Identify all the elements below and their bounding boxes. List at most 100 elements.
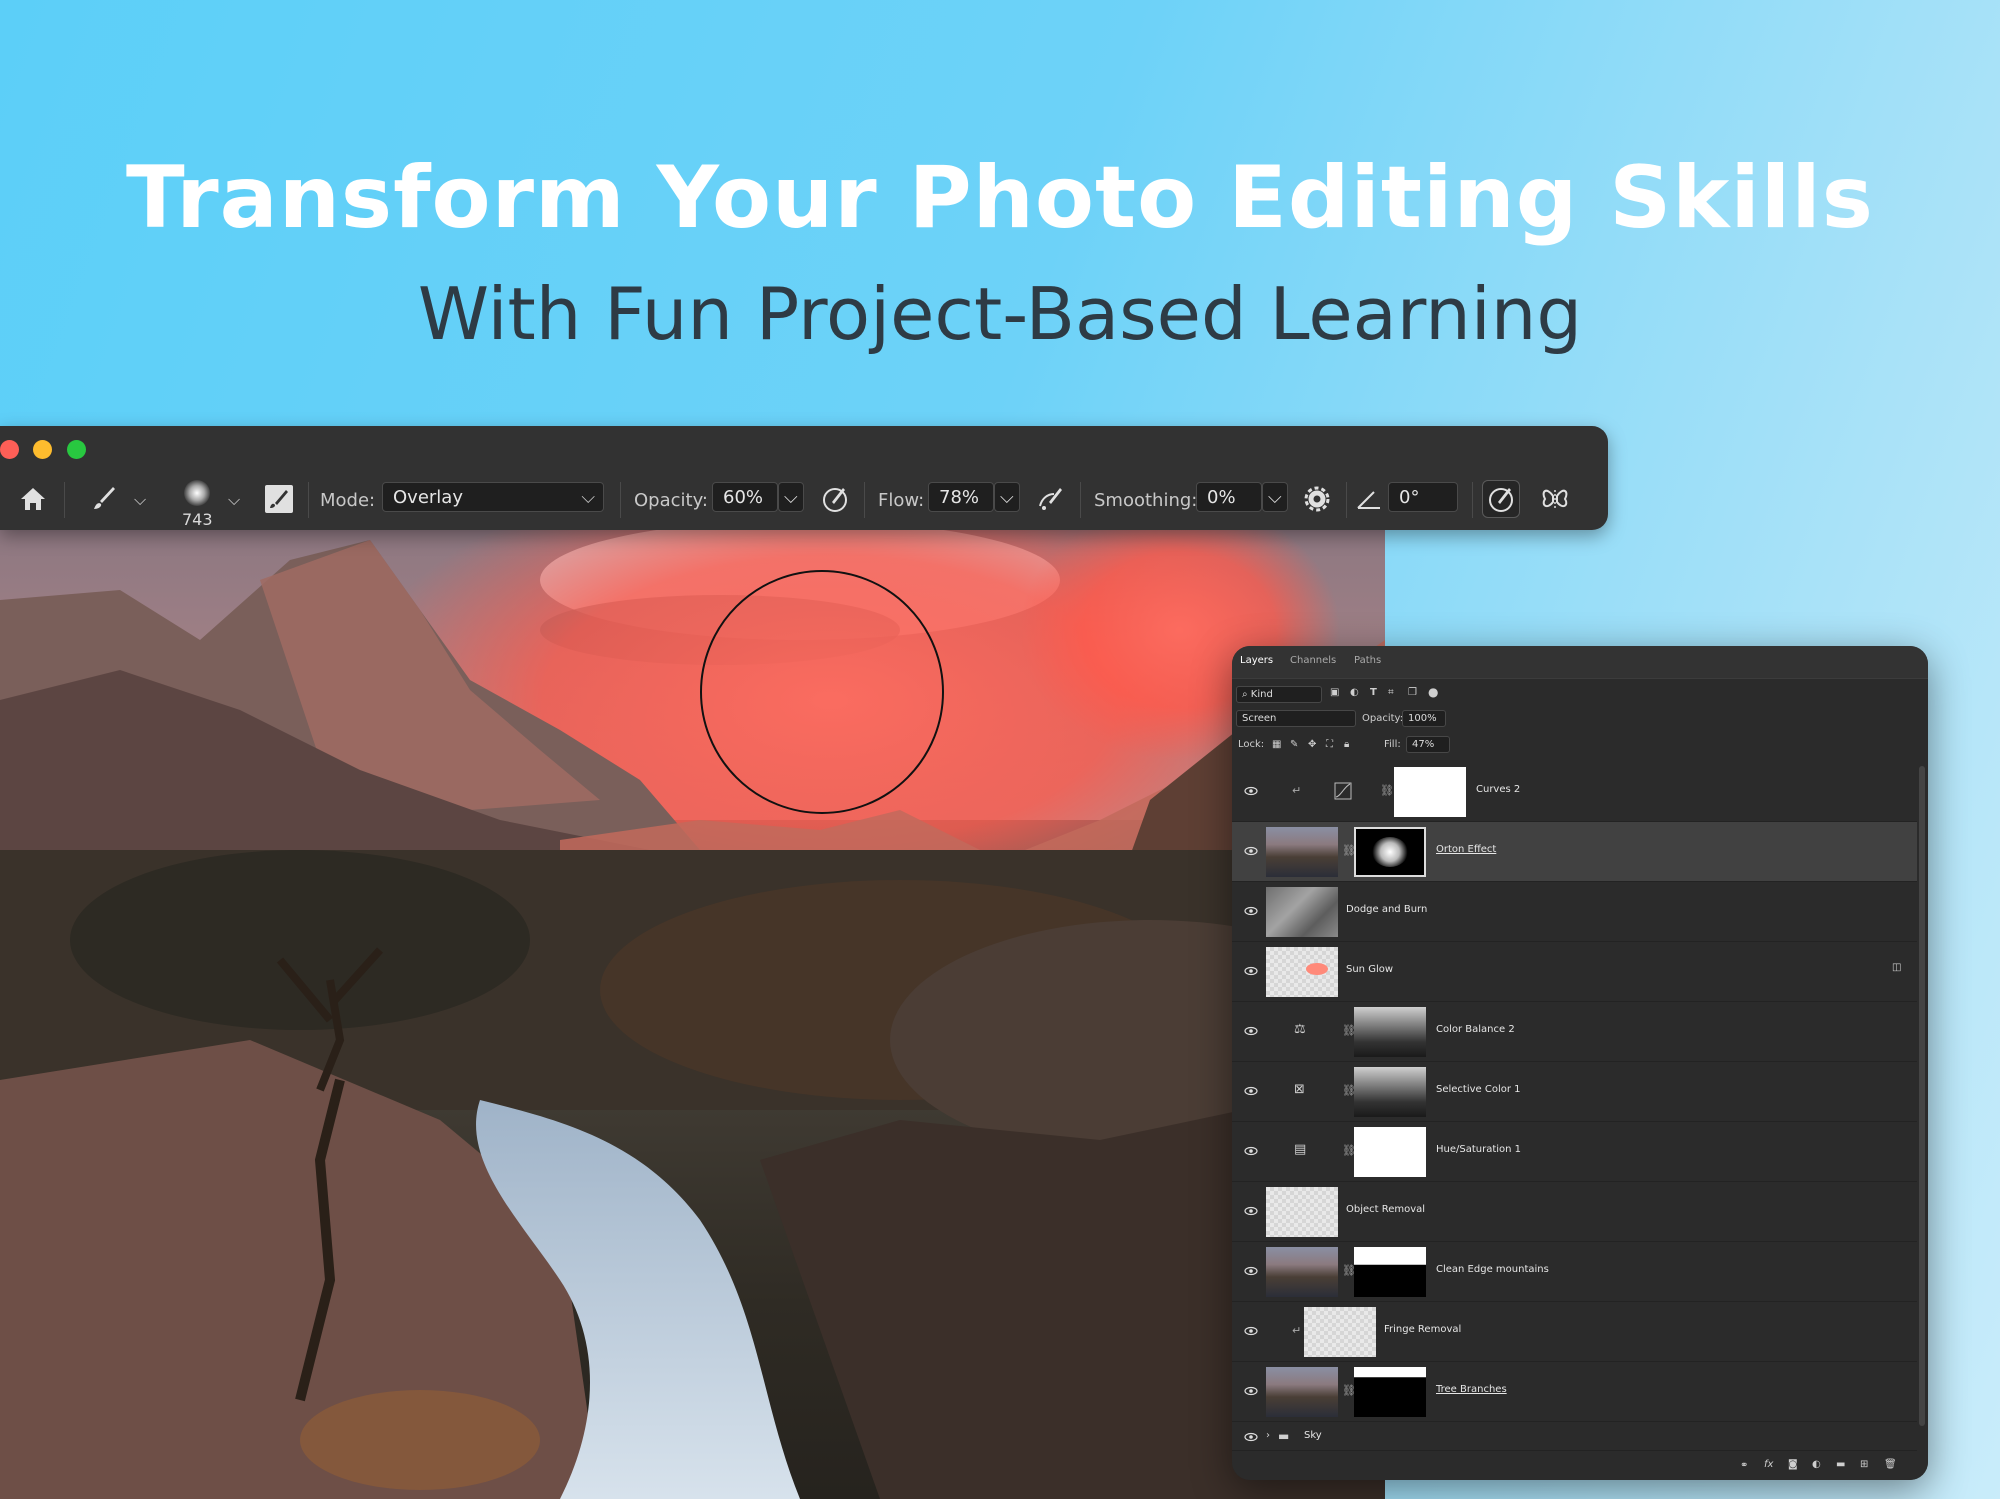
visibility-eye-icon[interactable] <box>1244 1024 1258 1038</box>
layer-name: Orton Effect <box>1436 844 1497 855</box>
filter-type-icon[interactable]: T <box>1370 687 1377 698</box>
layer-row[interactable]: ↵ ⛓ Curves 2 <box>1232 762 1917 822</box>
layer-mask-thumbnail <box>1354 827 1426 877</box>
pressure-size-icon[interactable] <box>1482 480 1520 518</box>
photo-canvas[interactable] <box>0 520 1385 1499</box>
clip-arrow-icon: ↵ <box>1292 1324 1302 1337</box>
filter-toggle-icon[interactable]: ● <box>1428 685 1438 699</box>
lock-label: Lock: <box>1238 739 1265 750</box>
link-icon: ⛓ <box>1380 784 1394 797</box>
gear-icon[interactable] <box>1300 482 1334 516</box>
visibility-eye-icon[interactable] <box>1244 964 1258 978</box>
new-layer-icon[interactable]: ⊞ <box>1860 1459 1868 1470</box>
opacity-chevron-icon[interactable]: ⌵ <box>778 482 804 512</box>
layer-name: Tree Branches <box>1436 1384 1507 1395</box>
visibility-eye-icon[interactable] <box>1244 1204 1258 1218</box>
opacity-field[interactable]: 60% <box>712 482 778 512</box>
filter-kind-select[interactable]: ⌕ Kind <box>1236 686 1322 703</box>
layers-scrollbar[interactable] <box>1918 762 1926 1448</box>
layer-mask-thumbnail <box>1354 1067 1426 1117</box>
layer-row[interactable]: Object Removal <box>1232 1182 1917 1242</box>
visibility-eye-icon[interactable] <box>1244 1084 1258 1098</box>
panel-footer: ⚭ fx ◙ ◐ ▬ ⊞ 🗑︎ <box>1232 1452 1928 1480</box>
opacity-label: Opacity: <box>634 490 708 511</box>
visibility-eye-icon[interactable] <box>1244 1324 1258 1338</box>
flow-field[interactable]: 78% <box>928 482 994 512</box>
lock-all-icon[interactable]: 🔒︎ <box>1344 739 1349 750</box>
layer-row[interactable]: ⛓ Clean Edge mountains <box>1232 1242 1917 1302</box>
filter-smartobject-icon[interactable]: ❐ <box>1408 687 1417 698</box>
close-window-button[interactable] <box>0 440 19 459</box>
layer-thumbnail <box>1266 1247 1338 1297</box>
layer-name: Hue/Saturation 1 <box>1436 1144 1522 1155</box>
new-group-icon[interactable]: ▬ <box>1836 1459 1845 1470</box>
flow-chevron-icon[interactable]: ⌵ <box>994 482 1020 512</box>
fill-field[interactable]: 47% <box>1406 736 1450 753</box>
lock-transparent-icon[interactable]: ▦ <box>1272 739 1281 750</box>
layer-mask-thumbnail <box>1354 1127 1426 1177</box>
layers-panel: Layers Channels Paths ⌕ Kind ▣ ◐ T ⌗ ❐ ●… <box>1232 646 1928 1480</box>
lock-artboard-icon[interactable]: ⛶ <box>1326 739 1333 750</box>
smoothing-chevron-icon[interactable]: ⌵ <box>1262 482 1288 512</box>
brush-settings-panel-icon[interactable] <box>262 482 296 516</box>
layer-row[interactable]: Dodge and Burn <box>1232 882 1917 942</box>
visibility-eye-icon[interactable] <box>1244 1144 1258 1158</box>
expand-arrow-icon[interactable]: › <box>1266 1430 1270 1441</box>
filter-shape-icon[interactable]: ⌗ <box>1388 687 1394 698</box>
brush-tip-icon[interactable] <box>184 480 210 506</box>
visibility-eye-icon[interactable] <box>1244 1384 1258 1398</box>
layer-thumbnail <box>1266 947 1338 997</box>
visibility-eye-icon[interactable] <box>1244 784 1258 798</box>
fx-button[interactable]: fx <box>1764 1459 1773 1470</box>
pressure-opacity-icon[interactable] <box>818 482 852 516</box>
visibility-eye-icon[interactable] <box>1244 844 1258 858</box>
filter-adjustment-icon[interactable]: ◐ <box>1350 687 1359 698</box>
color-balance-adjustment-icon: ⚖ <box>1294 1022 1306 1037</box>
layer-row[interactable]: ▤ ⛓ Hue/Saturation 1 <box>1232 1122 1917 1182</box>
visibility-eye-icon[interactable] <box>1244 1264 1258 1278</box>
symmetry-butterfly-icon[interactable] <box>1538 482 1572 516</box>
minimize-window-button[interactable] <box>33 440 52 459</box>
clip-arrow-icon: ↵ <box>1292 784 1302 797</box>
layer-group-row[interactable]: › ▬ Sky <box>1232 1422 1917 1451</box>
layer-row[interactable]: ⚖ ⛓ Color Balance 2 <box>1232 1002 1917 1062</box>
zoom-window-button[interactable] <box>67 440 86 459</box>
trash-icon[interactable]: 🗑︎ <box>1884 1459 1897 1470</box>
tab-paths[interactable]: Paths <box>1354 655 1381 666</box>
brush-tool-icon[interactable] <box>86 482 120 516</box>
lock-paint-icon[interactable]: ✎ <box>1290 739 1298 750</box>
airbrush-icon[interactable] <box>1034 482 1068 516</box>
layer-name: Object Removal <box>1346 1204 1426 1215</box>
brush-preset-chevron-icon[interactable]: ⌵ <box>134 490 146 510</box>
mode-select[interactable]: Overlay ⌵ <box>382 482 604 512</box>
layer-row[interactable]: Sun Glow ◫ <box>1232 942 1917 1002</box>
layer-name: Dodge and Burn <box>1346 904 1428 915</box>
layer-mask-thumbnail <box>1354 1007 1426 1057</box>
home-icon[interactable] <box>16 482 50 516</box>
layer-thumbnail <box>1266 1367 1338 1417</box>
tab-layers[interactable]: Layers <box>1240 655 1273 666</box>
lock-move-icon[interactable]: ✥ <box>1308 739 1316 750</box>
layer-name: Sky <box>1304 1430 1322 1441</box>
hero-subtitle: With Fun Project-Based Learning <box>417 272 1583 356</box>
add-mask-icon[interactable]: ◙ <box>1788 1459 1798 1470</box>
filter-pixel-icon[interactable]: ▣ <box>1330 687 1339 698</box>
brush-size-chevron-icon[interactable]: ⌵ <box>228 490 240 510</box>
link-layers-icon[interactable]: ⚭ <box>1740 1460 1748 1471</box>
layer-opacity-field[interactable]: 100% <box>1402 710 1446 727</box>
angle-field[interactable]: 0° <box>1388 482 1458 512</box>
smoothing-field[interactable]: 0% <box>1196 482 1262 512</box>
blend-mode-select[interactable]: Screen <box>1236 710 1356 727</box>
visibility-eye-icon[interactable] <box>1244 1430 1258 1444</box>
layers-list: ↵ ⛓ Curves 2 ⛓ Orton Effect Dodge and Bu… <box>1232 762 1922 1452</box>
layer-row[interactable]: ↵ Fringe Removal <box>1232 1302 1917 1362</box>
layer-row-selected[interactable]: ⛓ Orton Effect <box>1232 822 1917 882</box>
tab-channels[interactable]: Channels <box>1290 655 1336 666</box>
layer-name: Fringe Removal <box>1384 1324 1462 1335</box>
mode-value: Overlay <box>393 487 463 508</box>
layer-row[interactable]: ⊠ ⛓ Selective Color 1 <box>1232 1062 1917 1122</box>
new-adjustment-icon[interactable]: ◐ <box>1812 1459 1821 1470</box>
visibility-eye-icon[interactable] <box>1244 904 1258 918</box>
layer-row[interactable]: ⛓ Tree Branches <box>1232 1362 1917 1422</box>
hero-title: Transform Your Photo Editing Skills <box>126 148 1874 248</box>
